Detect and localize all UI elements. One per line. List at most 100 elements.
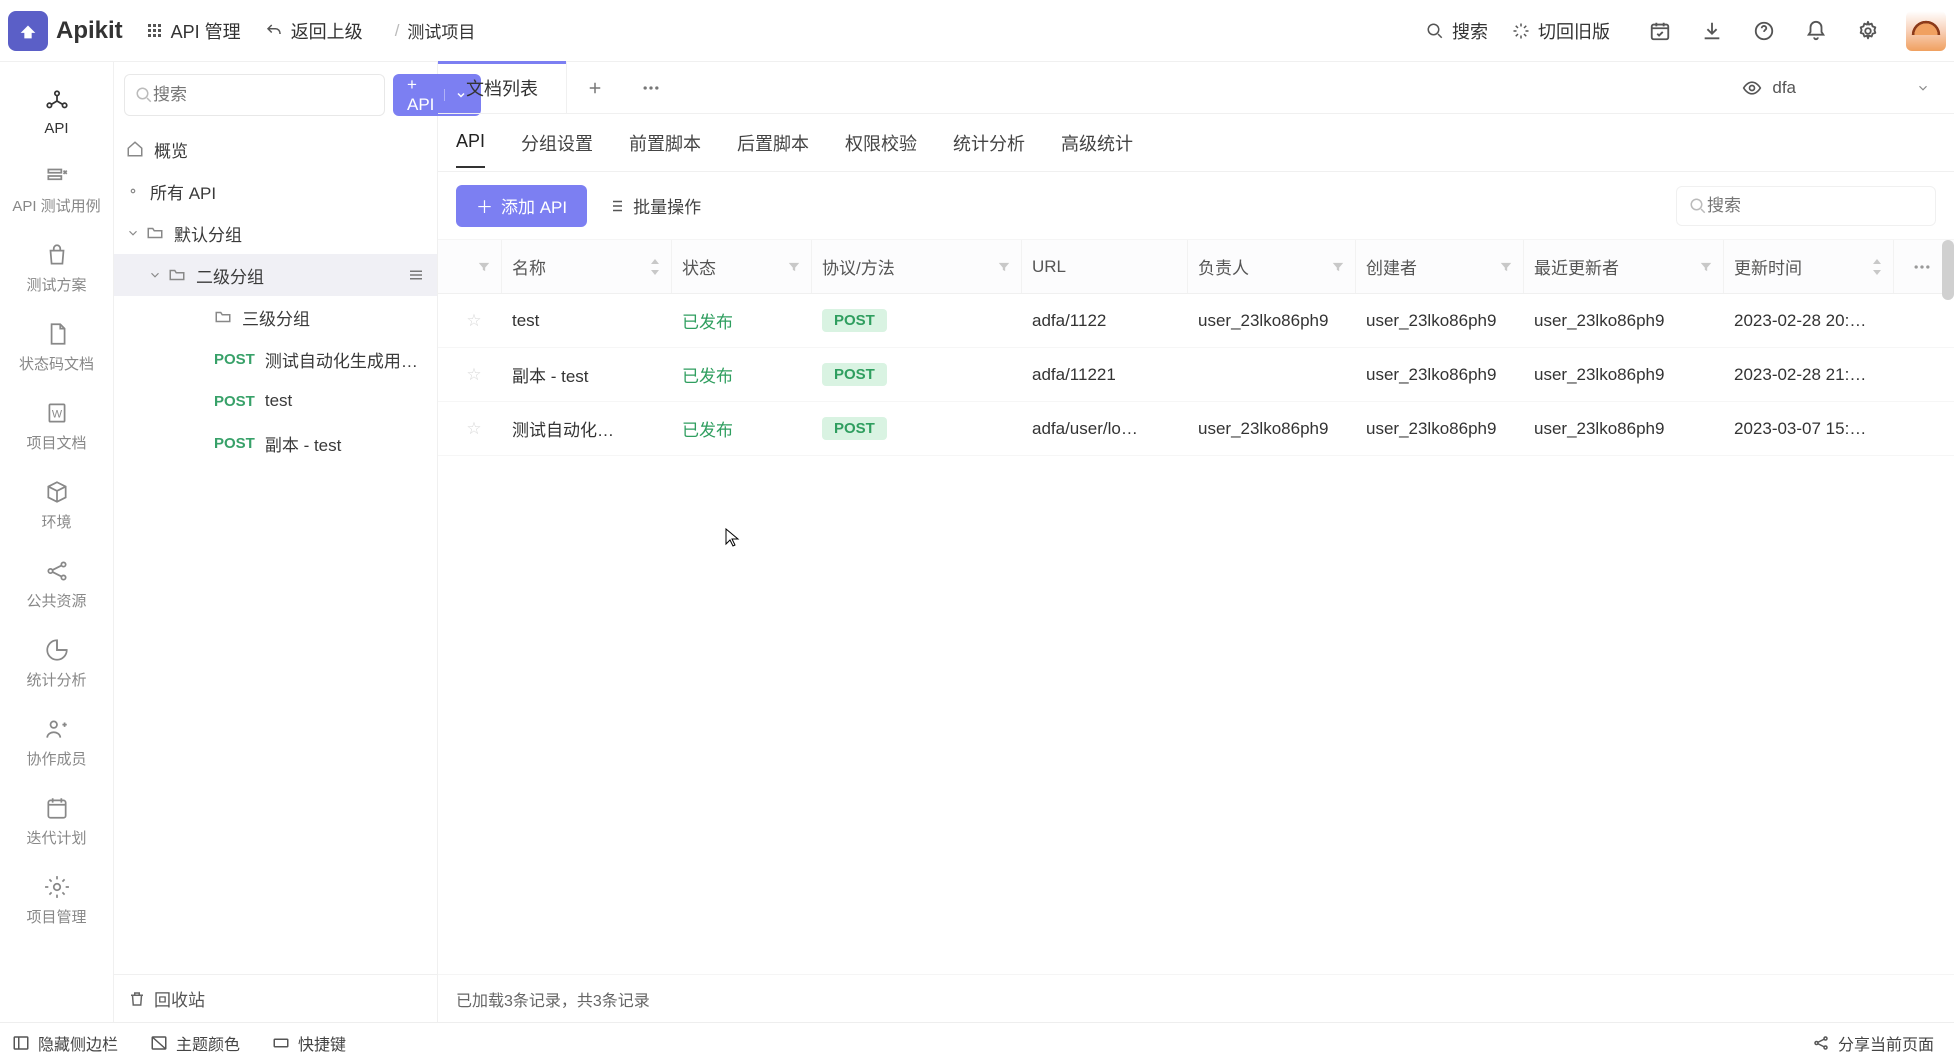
subtab-post-script[interactable]: 后置脚本 — [737, 116, 809, 170]
recycle-label: 回收站 — [154, 986, 205, 1011]
gear-icon — [44, 874, 70, 900]
tree-list: 概览 所有 API 默认分组 二级分组 三级分组 POST测试自动化生成用例的 … — [114, 128, 437, 974]
add-api-label: 添加 API — [501, 193, 567, 218]
tree-group-default[interactable]: 默认分组 — [114, 212, 437, 254]
scrollbar[interactable] — [1942, 240, 1954, 300]
nav-back[interactable]: 返回上级 — [265, 18, 363, 44]
calendar-check-icon[interactable] — [1644, 15, 1676, 47]
cell-time: 2023-02-28 20:… — [1724, 311, 1894, 331]
settings-icon[interactable] — [1852, 15, 1884, 47]
tree-api-item[interactable]: POST副本 - test — [114, 422, 437, 464]
table-row[interactable]: ☆ test 已发布 POST adfa/1122 user_23lko86ph… — [438, 294, 1954, 348]
rail-test-case[interactable]: API 测试用例 — [0, 151, 113, 230]
tree-overview[interactable]: 概览 — [114, 128, 437, 170]
add-tab-button[interactable] — [567, 62, 623, 113]
cell-creator: user_23lko86ph9 — [1356, 365, 1524, 385]
download-icon[interactable] — [1696, 15, 1728, 47]
subtab-adv-stats[interactable]: 高级统计 — [1061, 116, 1133, 170]
cell-time: 2023-02-28 21:… — [1724, 365, 1894, 385]
table-footer: 已加载3条记录，共3条记录 — [438, 974, 1954, 1022]
rail-status-doc[interactable]: 状态码文档 — [0, 309, 113, 388]
breadcrumb-project[interactable]: 测试项目 — [407, 18, 475, 43]
sb-label: 分享当前页面 — [1838, 1031, 1934, 1055]
hide-sidebar-button[interactable]: 隐藏侧边栏 — [12, 1031, 118, 1055]
th-label: 负责人 — [1198, 254, 1249, 279]
star-icon[interactable]: ☆ — [466, 311, 481, 331]
tree-group-level2[interactable]: 二级分组 — [114, 254, 437, 296]
th-updater[interactable]: 最近更新者 — [1524, 240, 1724, 293]
view-selector[interactable]: dfa — [1718, 62, 1954, 113]
rail-label: 测试方案 — [26, 274, 86, 295]
rail-label: 协作成员 — [26, 748, 86, 769]
rail-project-doc[interactable]: W 项目文档 — [0, 388, 113, 467]
cell-status: 已发布 — [682, 308, 733, 333]
rail-public-res[interactable]: 公共资源 — [0, 546, 113, 625]
th-owner[interactable]: 负责人 — [1188, 240, 1356, 293]
sidebar: + API 概览 所有 API 默认分组 二级分组 三级分组 POST测试自动化… — [114, 62, 438, 1022]
sb-label: 隐藏侧边栏 — [38, 1031, 118, 1055]
tree-api-item[interactable]: POSTtest — [114, 380, 437, 422]
recycle-bin[interactable]: 回收站 — [114, 974, 437, 1022]
table-row[interactable]: ☆ 测试自动化… 已发布 POST adfa/user/lo… user_23l… — [438, 402, 1954, 456]
th-label: 名称 — [512, 254, 546, 279]
add-api-button[interactable]: ＋添加 API — [456, 185, 587, 227]
avatar[interactable] — [1906, 11, 1946, 51]
switch-old-version[interactable]: 切回旧版 — [1512, 18, 1610, 44]
hamburger-icon[interactable] — [407, 266, 425, 284]
table-search[interactable] — [1676, 186, 1936, 226]
help-icon[interactable] — [1748, 15, 1780, 47]
sidebar-search[interactable] — [124, 74, 385, 116]
tab-strip: 文档列表 dfa — [438, 62, 1954, 114]
tree-api-item[interactable]: POST测试自动化生成用例的 — [114, 338, 437, 380]
cell-url: adfa/11221 — [1022, 365, 1188, 385]
subtab-auth[interactable]: 权限校验 — [845, 116, 917, 170]
table-search-input[interactable] — [1707, 196, 1928, 216]
cell-name: test — [502, 311, 672, 331]
view-label: dfa — [1772, 78, 1796, 98]
tab-doc-list[interactable]: 文档列表 — [438, 62, 567, 113]
filter-icon — [1699, 260, 1713, 274]
subtab-pre-script[interactable]: 前置脚本 — [629, 116, 701, 170]
main: 文档列表 dfa API 分组设置 前置脚本 后置脚本 权限校验 统计分析 高级… — [438, 62, 1954, 1022]
theme-button[interactable]: 主题颜色 — [150, 1031, 240, 1055]
shortcut-button[interactable]: 快捷键 — [272, 1031, 346, 1055]
subtab-group-settings[interactable]: 分组设置 — [521, 116, 593, 170]
star-icon[interactable]: ☆ — [466, 419, 481, 439]
th-status[interactable]: 状态 — [672, 240, 812, 293]
tree-group-level3[interactable]: 三级分组 — [114, 296, 437, 338]
rail-project-mgmt[interactable]: 项目管理 — [0, 862, 113, 941]
th-creator[interactable]: 创建者 — [1356, 240, 1524, 293]
sidebar-search-input[interactable] — [153, 85, 374, 105]
bell-icon[interactable] — [1800, 15, 1832, 47]
rail-stats[interactable]: 统计分析 — [0, 625, 113, 704]
grid-icon — [147, 23, 163, 39]
rail-label: API 测试用例 — [12, 195, 100, 216]
rail-test-plan[interactable]: 测试方案 — [0, 230, 113, 309]
sb-label: 主题颜色 — [176, 1031, 240, 1055]
share-page-button[interactable]: 分享当前页面 — [1812, 1031, 1934, 1055]
th-time[interactable]: 更新时间 — [1724, 240, 1894, 293]
table-row[interactable]: ☆ 副本 - test 已发布 POST adfa/11221 user_23l… — [438, 348, 1954, 402]
tree-label: 所有 API — [150, 179, 425, 204]
subtab-stats[interactable]: 统计分析 — [953, 116, 1025, 170]
search-icon — [135, 86, 153, 104]
batch-ops-button[interactable]: 批量操作 — [607, 193, 701, 218]
rail-members[interactable]: 协作成员 — [0, 704, 113, 783]
star-icon[interactable]: ☆ — [466, 365, 481, 385]
tab-more-icon[interactable] — [623, 62, 679, 113]
tree-all-api[interactable]: 所有 API — [114, 170, 437, 212]
th-name[interactable]: 名称 — [502, 240, 672, 293]
method-tag: POST — [214, 351, 255, 368]
nav-api-management[interactable]: API 管理 — [147, 18, 241, 44]
rail-iteration[interactable]: 迭代计划 — [0, 783, 113, 862]
global-search[interactable]: 搜索 — [1426, 18, 1488, 44]
rail-api[interactable]: API — [0, 76, 113, 151]
th-url[interactable]: URL — [1022, 240, 1188, 293]
tree-label: 概览 — [154, 137, 425, 162]
subtab-api[interactable]: API — [456, 117, 485, 168]
th-method[interactable]: 协议/方法 — [812, 240, 1022, 293]
breadcrumb-sep: / — [395, 21, 400, 41]
tree-label: 默认分组 — [174, 221, 425, 246]
th-star[interactable] — [446, 240, 502, 293]
rail-env[interactable]: 环境 — [0, 467, 113, 546]
